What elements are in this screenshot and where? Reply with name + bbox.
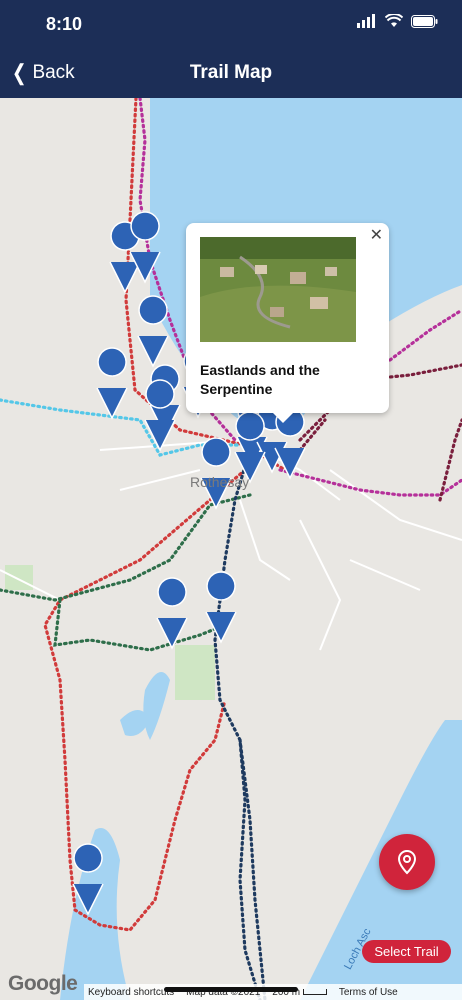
home-indicator: [164, 987, 298, 992]
app-header: 8:10 ❮ Back Trail Map: [0, 0, 462, 98]
green-area-west: [5, 565, 33, 590]
keyboard-shortcuts-link[interactable]: Keyboard shortcuts: [88, 987, 174, 998]
town-label: Rothesay: [190, 474, 250, 490]
trail-map[interactable]: Rothesay Loch Asc ✕ Eastlands and the Se…: [0, 98, 462, 1000]
status-icons: [357, 14, 438, 28]
select-trail-button[interactable]: Select Trail: [362, 940, 451, 963]
wifi-icon: [385, 14, 403, 27]
status-bar: 8:10: [0, 0, 462, 50]
location-pin-icon: [397, 849, 417, 875]
locate-button[interactable]: [379, 834, 435, 890]
popup-photo: [200, 237, 356, 342]
battery-icon: [411, 14, 438, 28]
google-logo: Google: [8, 972, 78, 995]
info-popup[interactable]: ✕ Eastlands and the Serpentine: [186, 223, 389, 423]
terms-link[interactable]: Terms of Use: [339, 987, 398, 998]
signal-icon: [357, 14, 375, 28]
close-icon[interactable]: ✕: [370, 225, 383, 245]
green-area: [175, 645, 215, 700]
popup-title: Eastlands and the Serpentine: [200, 362, 320, 397]
page-title: Trail Map: [189, 62, 273, 83]
status-time: 8:10: [46, 14, 83, 34]
